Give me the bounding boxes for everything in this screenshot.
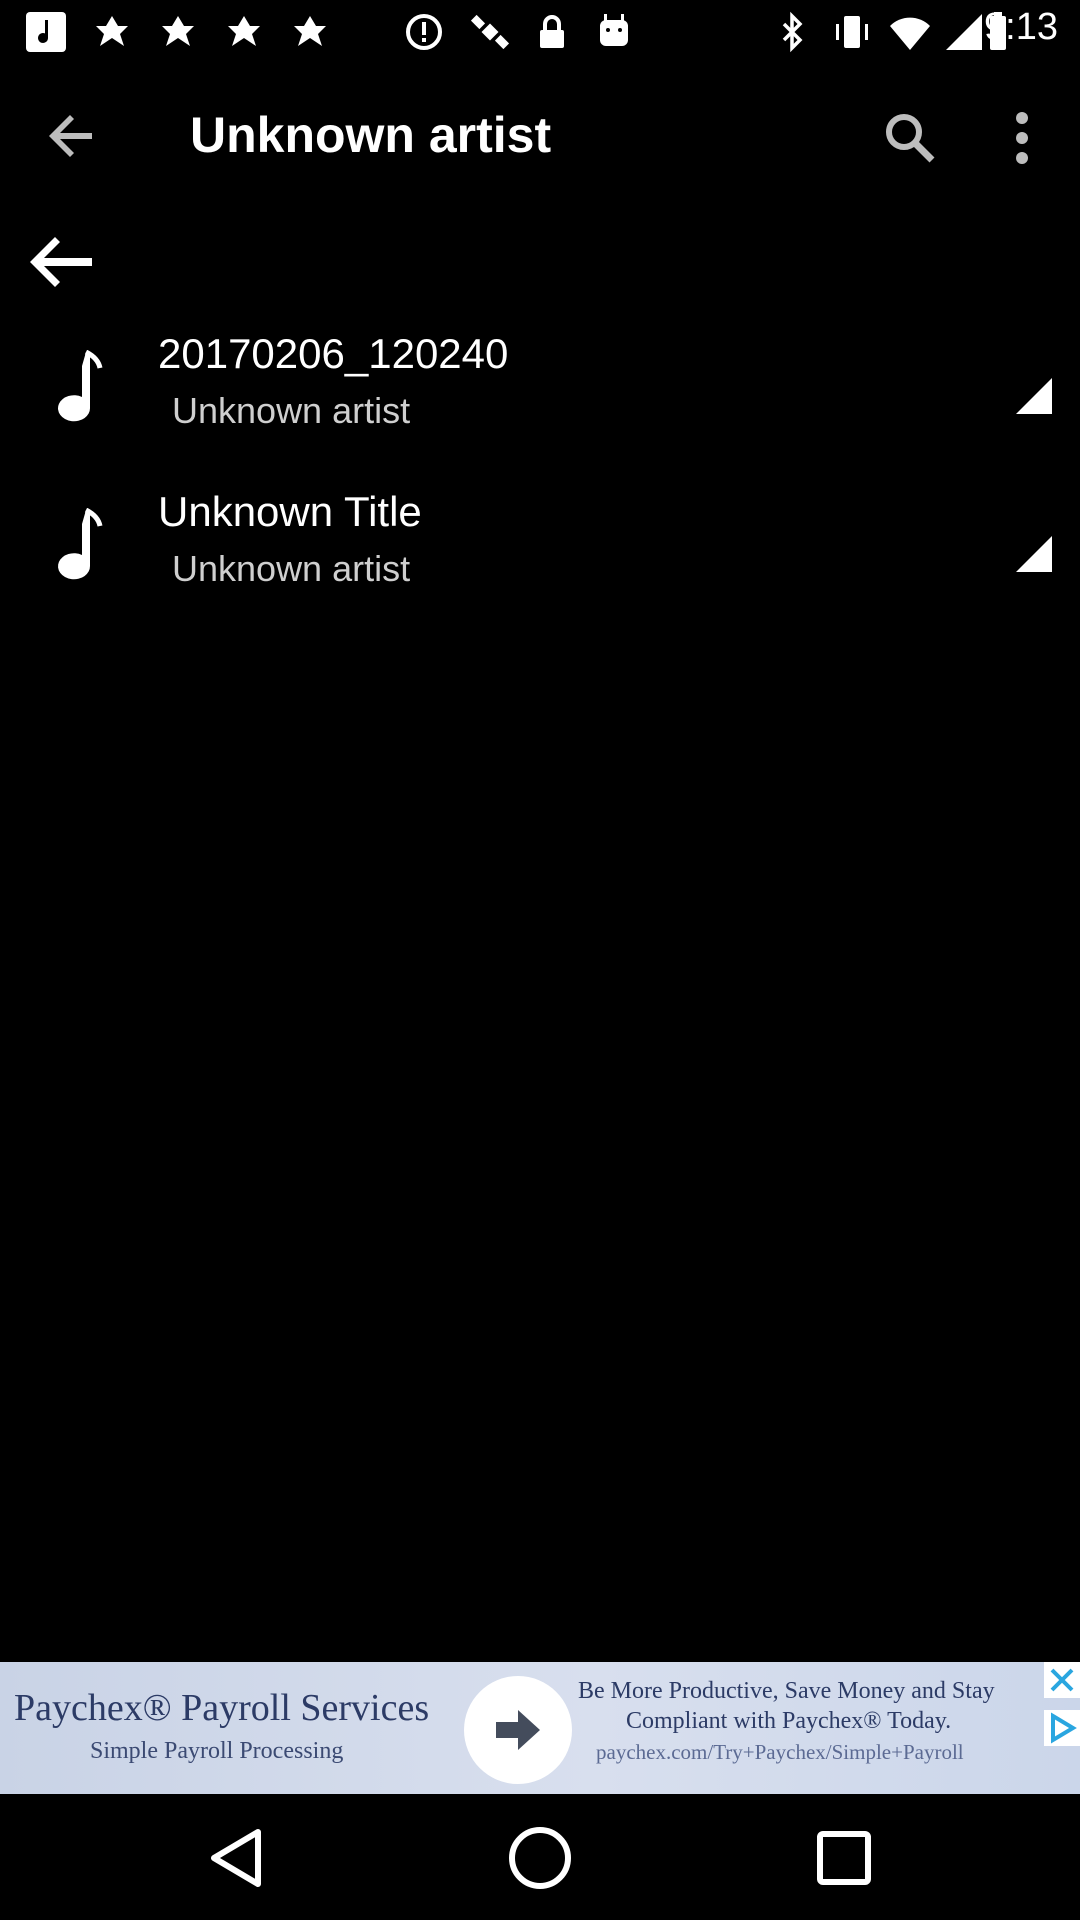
- ad-title: Paychex® Payroll Services: [14, 1687, 430, 1729]
- music-note-icon: [50, 507, 110, 588]
- track-row[interactable]: 20170206_120240 Unknown artist: [0, 330, 1080, 480]
- app-bar: Unknown artist: [0, 64, 1080, 208]
- flower-icon: [288, 10, 332, 54]
- status-time: 9:13: [984, 6, 1058, 48]
- navigation-bar: [0, 1794, 1080, 1920]
- wifi-icon: [888, 10, 932, 54]
- search-icon[interactable]: [880, 108, 940, 168]
- signal-icon: [942, 10, 986, 54]
- page-title: Unknown artist: [190, 107, 552, 163]
- music-note-icon: [24, 10, 68, 54]
- track-title: Unknown Title: [158, 488, 422, 535]
- satellite-icon: [468, 10, 512, 54]
- track-row[interactable]: Unknown Title Unknown artist: [0, 488, 1080, 638]
- back-triangle-icon[interactable]: [202, 1822, 274, 1894]
- track-title: 20170206_120240: [158, 330, 509, 377]
- ad-text-line: Compliant with Paychex® Today.: [626, 1708, 952, 1734]
- context-menu-icon[interactable]: [1014, 534, 1054, 574]
- ad-banner[interactable]: Paychex® Payroll Services Simple Payroll…: [0, 1662, 1080, 1794]
- flower-icon: [156, 10, 200, 54]
- bluetooth-icon: [770, 10, 814, 54]
- track-artist: Unknown artist: [172, 390, 411, 431]
- context-menu-icon[interactable]: [1014, 376, 1054, 416]
- android-icon: [592, 10, 636, 54]
- recents-square-icon[interactable]: [808, 1822, 880, 1894]
- status-bar: 9:13: [0, 0, 1080, 64]
- music-note-icon: [50, 349, 110, 430]
- ad-choices-icon[interactable]: [1044, 1710, 1080, 1746]
- ad-text-line: Be More Productive, Save Money and Stay: [578, 1678, 995, 1704]
- flower-icon: [90, 10, 134, 54]
- ad-arrow-button[interactable]: [464, 1676, 572, 1784]
- track-artist: Unknown artist: [172, 548, 411, 589]
- back-arrow-icon[interactable]: [44, 108, 100, 164]
- ad-subtitle: Simple Payroll Processing: [90, 1738, 344, 1764]
- up-arrow-icon[interactable]: [26, 236, 96, 288]
- ad-url: paychex.com/Try+Paychex/Simple+Payroll: [596, 1740, 964, 1764]
- vibrate-icon: [830, 10, 874, 54]
- flower-icon: [222, 10, 266, 54]
- alert-icon: [402, 10, 446, 54]
- lock-icon: [530, 10, 574, 54]
- close-icon[interactable]: [1044, 1662, 1080, 1698]
- more-vert-icon[interactable]: [1000, 108, 1044, 168]
- home-circle-icon[interactable]: [504, 1822, 576, 1894]
